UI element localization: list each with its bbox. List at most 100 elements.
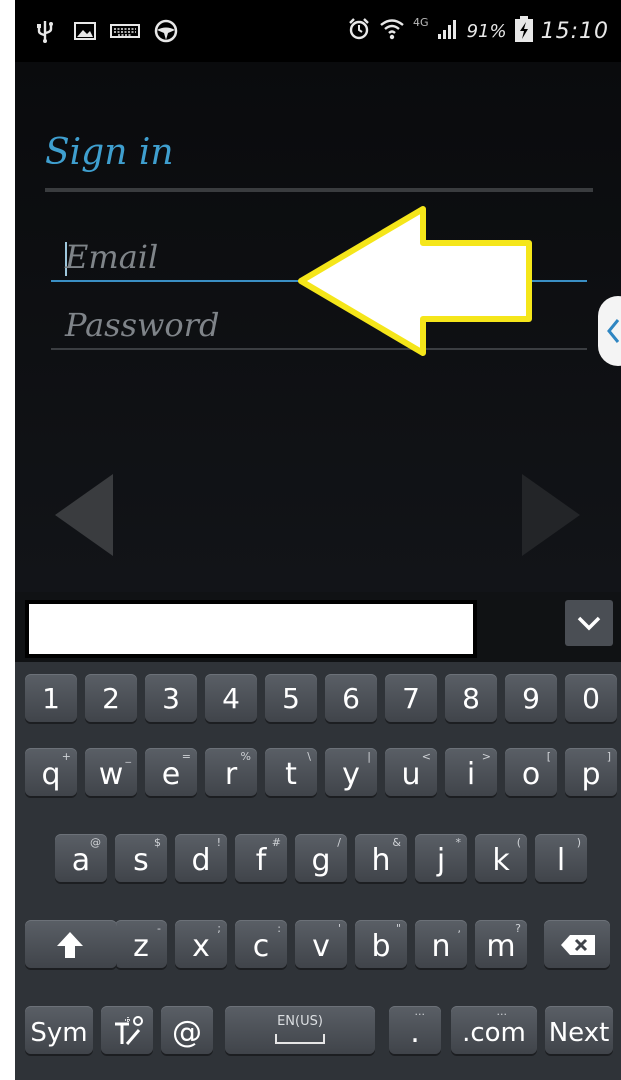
- key-label: o: [521, 757, 541, 792]
- key-h[interactable]: & h: [355, 834, 407, 882]
- key-label: i: [466, 757, 476, 792]
- shift-arrow-icon: [57, 932, 83, 958]
- key-u[interactable]: < u: [385, 748, 437, 796]
- key-j[interactable]: * j: [415, 834, 467, 882]
- wifi-icon: [379, 16, 405, 46]
- key-4[interactable]: 4: [205, 674, 257, 722]
- key-3[interactable]: 3: [145, 674, 197, 722]
- period-key[interactable]: ··· .: [389, 1006, 441, 1054]
- period-key-label: .: [410, 1015, 420, 1050]
- key-q[interactable]: + q: [25, 748, 77, 796]
- backspace-icon: [561, 935, 595, 955]
- key-label: r: [224, 757, 238, 792]
- key-label: x: [192, 929, 210, 964]
- battery-percentage: 91%: [466, 20, 507, 42]
- key-label: 2: [102, 682, 120, 715]
- title-divider: [45, 188, 593, 192]
- key-5[interactable]: 5: [265, 674, 317, 722]
- key-s[interactable]: $ s: [115, 834, 167, 882]
- key-n[interactable]: ,n: [415, 920, 467, 968]
- key-1[interactable]: 1: [25, 674, 77, 722]
- key-label: c: [252, 929, 270, 964]
- key-label: 0: [582, 682, 600, 715]
- key-g[interactable]: / g: [295, 834, 347, 882]
- key-label: p: [581, 757, 601, 792]
- key-r[interactable]: % r: [205, 748, 257, 796]
- steering-wheel-icon: [153, 18, 179, 44]
- keyboard-icon: [110, 18, 140, 44]
- suggestion-box[interactable]: [25, 600, 477, 658]
- key-d[interactable]: ! d: [175, 834, 227, 882]
- key-x[interactable]: ; x: [175, 920, 227, 968]
- key-label: h: [371, 843, 391, 878]
- key-7[interactable]: 7: [385, 674, 437, 722]
- key-l[interactable]: ) l: [535, 834, 587, 882]
- status-bar-right: 4G 91% 15:10: [347, 14, 609, 48]
- keyboard-collapse-button[interactable]: [565, 600, 613, 646]
- sym-key-label: Sym: [30, 1018, 88, 1048]
- key-b[interactable]: " b: [355, 920, 407, 968]
- at-key[interactable]: @: [161, 1006, 213, 1054]
- key-label: v: [312, 929, 330, 964]
- key-y[interactable]: | y: [325, 748, 377, 796]
- backspace-key[interactable]: [544, 920, 610, 968]
- soft-keyboard: 1234567890 + q _ w = e% r \ t | y < u > i[o] p @ a $ s! d # f…: [15, 592, 621, 1080]
- key-label: n: [431, 929, 451, 964]
- key-label: 1: [42, 682, 60, 715]
- next-arrow-button[interactable]: [520, 474, 580, 560]
- key-o[interactable]: [o: [505, 748, 557, 796]
- key-f[interactable]: # f: [235, 834, 287, 882]
- battery-charging-icon: [514, 16, 533, 46]
- dotcom-key[interactable]: ··· .com: [451, 1006, 537, 1054]
- key-label: 5: [282, 682, 300, 715]
- key-6[interactable]: 6: [325, 674, 377, 722]
- previous-arrow-button[interactable]: [55, 474, 115, 560]
- key-m[interactable]: ? m: [475, 920, 527, 968]
- clock: 15:10: [540, 18, 609, 44]
- key-label: 7: [402, 682, 420, 715]
- key-label: 4: [222, 682, 240, 715]
- key-i[interactable]: > i: [445, 748, 497, 796]
- next-key[interactable]: Next: [545, 1006, 613, 1054]
- key-v[interactable]: ' v: [295, 920, 347, 968]
- key-w[interactable]: _ w: [85, 748, 137, 796]
- space-key[interactable]: EN(US): [225, 1006, 375, 1054]
- key-k[interactable]: (k: [475, 834, 527, 882]
- key-label: 3: [162, 682, 180, 715]
- sym-key[interactable]: Sym: [25, 1006, 93, 1054]
- key-0[interactable]: 0: [565, 674, 617, 722]
- key-label: t: [285, 757, 297, 792]
- shift-key[interactable]: [25, 920, 117, 968]
- key-label: b: [371, 929, 391, 964]
- dotcom-key-label: .com: [462, 1018, 526, 1048]
- key-a[interactable]: @ a: [55, 834, 107, 882]
- key-label: a: [71, 843, 91, 878]
- key-label: 6: [342, 682, 360, 715]
- usb-icon: [35, 18, 55, 44]
- key-label: u: [401, 757, 421, 792]
- annotation-arrow: [298, 206, 532, 356]
- key-2[interactable]: 2: [85, 674, 137, 722]
- key-label: e: [161, 757, 181, 792]
- alarm-icon: [347, 17, 371, 45]
- key-label: 9: [522, 682, 540, 715]
- handwriting-settings-key[interactable]: [101, 1006, 153, 1054]
- key-p[interactable]: ] p: [565, 748, 617, 796]
- key-label: s: [133, 843, 149, 878]
- key-8[interactable]: 8: [445, 674, 497, 722]
- handwriting-settings-icon: [115, 1016, 143, 1045]
- key-label: j: [436, 843, 446, 878]
- password-placeholder: Password: [65, 306, 220, 344]
- key-t[interactable]: \ t: [265, 748, 317, 796]
- key-9[interactable]: 9: [505, 674, 557, 722]
- space-language-label: EN(US): [277, 1014, 323, 1029]
- key-z[interactable]: -z: [115, 920, 167, 968]
- key-label: z: [133, 929, 149, 964]
- key-c[interactable]: :c: [235, 920, 287, 968]
- side-panel-handle[interactable]: [598, 296, 621, 366]
- space-bar-icon: [275, 1034, 325, 1044]
- key-label: g: [311, 843, 331, 878]
- key-label: f: [255, 843, 267, 878]
- network-4g-icon: 4G: [413, 16, 429, 29]
- key-e[interactable]: = e: [145, 748, 197, 796]
